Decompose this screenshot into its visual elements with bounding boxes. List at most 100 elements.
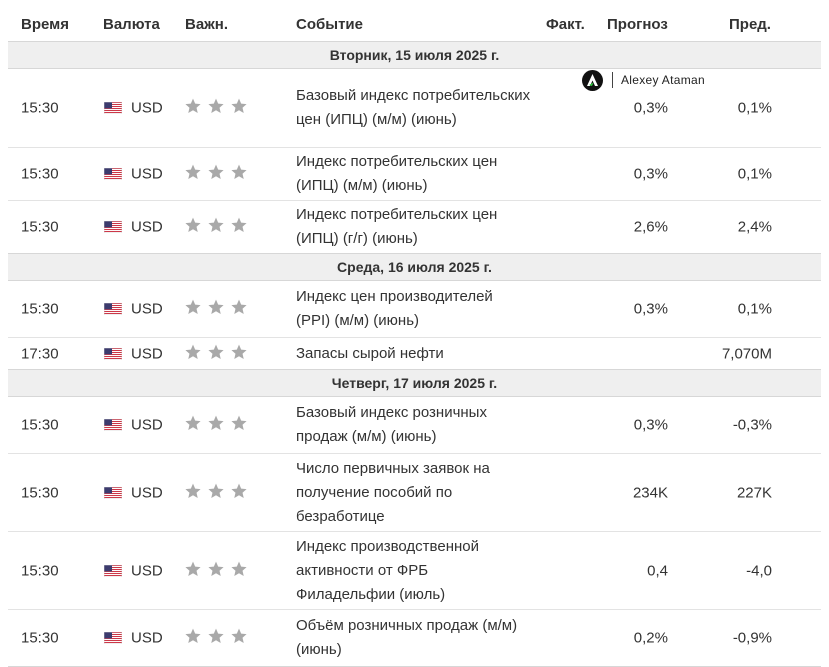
event-time: 15:30 <box>21 484 59 501</box>
us-flag-icon <box>103 167 123 181</box>
event-name-link[interactable]: Базовый индекс потребительских цен (ИПЦ)… <box>296 84 531 132</box>
header-previous[interactable]: Пред. <box>729 16 771 33</box>
logo-triangle-icon <box>582 69 603 91</box>
star-icon <box>207 482 225 504</box>
event-time: 15:30 <box>21 562 59 579</box>
currency-code: USD <box>131 629 163 647</box>
previous-value: 0,1% <box>737 165 772 183</box>
header-event[interactable]: Событие <box>296 16 363 33</box>
star-icon <box>230 298 248 320</box>
star-icon <box>207 97 225 119</box>
star-icon <box>207 298 225 320</box>
header-forecast[interactable]: Прогноз <box>607 16 668 33</box>
event-time: 15:30 <box>21 99 59 117</box>
importance-stars <box>184 298 248 320</box>
importance-stars <box>184 482 248 504</box>
us-flag-icon <box>103 564 123 577</box>
star-icon <box>184 414 202 436</box>
star-icon <box>184 482 202 504</box>
forecast-value: 0,3% <box>633 300 668 318</box>
star-icon <box>184 216 202 238</box>
importance-stars <box>184 414 248 436</box>
watermark-name: Alexey Ataman <box>621 73 705 87</box>
importance-stars <box>184 216 248 238</box>
currency-code: USD <box>131 99 163 117</box>
us-flag-icon <box>103 302 123 316</box>
event-time: 15:30 <box>21 416 59 434</box>
event-time: 17:30 <box>21 345 59 362</box>
star-icon <box>230 97 248 119</box>
forecast-value: 2,6% <box>633 218 668 236</box>
importance-stars <box>184 560 248 582</box>
event-name-link[interactable]: Индекс потребительских цен (ИПЦ) (г/г) (… <box>296 203 531 251</box>
table-row[interactable]: 17:30 USD Запасы сырой нефти 7,070M <box>8 337 821 369</box>
currency-code: USD <box>131 416 163 434</box>
event-name-link[interactable]: Запасы сырой нефти <box>296 342 531 366</box>
forecast-value: 0,4 <box>647 562 668 579</box>
star-icon <box>230 414 248 436</box>
star-icon <box>230 343 248 365</box>
star-icon <box>207 414 225 436</box>
event-time: 15:30 <box>21 218 59 236</box>
day-header: Среда, 16 июля 2025 г. <box>8 253 821 281</box>
day-header: Четверг, 17 июля 2025 г. <box>8 369 821 397</box>
day-header: Вторник, 15 июля 2025 г. <box>8 41 821 69</box>
forecast-value: 0,2% <box>633 629 668 647</box>
previous-value: 7,070M <box>721 345 772 362</box>
forecast-value: 0,3% <box>633 416 668 434</box>
forecast-value: 234K <box>632 484 668 501</box>
table-row[interactable]: 15:30 USD Число первичных заявок на получе… <box>8 453 821 531</box>
event-time: 15:30 <box>21 165 59 183</box>
us-flag-icon <box>103 347 123 360</box>
star-icon <box>184 298 202 320</box>
header-currency[interactable]: Валюта <box>103 16 160 33</box>
currency-code: USD <box>131 165 163 183</box>
watermark: Alexey Ataman <box>582 68 705 92</box>
table-row[interactable]: 15:30 USD Индекс цен производителей (PPI) … <box>8 281 821 337</box>
us-flag-icon <box>103 101 123 115</box>
event-time: 15:30 <box>21 629 59 647</box>
previous-value: -4,0 <box>746 562 772 579</box>
star-icon <box>184 627 202 649</box>
currency-code: USD <box>131 345 163 362</box>
event-name-link[interactable]: Индекс потребительских цен (ИПЦ) (м/м) (… <box>296 150 531 198</box>
header-actual[interactable]: Факт. <box>546 16 585 33</box>
header-importance[interactable]: Важн. <box>185 16 228 33</box>
currency-code: USD <box>131 218 163 236</box>
event-name-link[interactable]: Объём розничных продаж (м/м) (июнь) <box>296 614 531 662</box>
importance-stars <box>184 627 248 649</box>
us-flag-icon <box>103 418 123 432</box>
star-icon <box>207 343 225 365</box>
us-flag-icon <box>103 220 123 234</box>
star-icon <box>230 560 248 582</box>
star-icon <box>184 97 202 119</box>
table-row[interactable]: 15:30 USD Базовый индекс розничных продаж … <box>8 397 821 453</box>
previous-value: 0,1% <box>737 99 772 117</box>
calendar-body: Вторник, 15 июля 2025 г. 15:30 USD Базовый … <box>8 41 821 666</box>
table-row[interactable]: 15:30 USD Индекс потребительских цен (ИПЦ)… <box>8 147 821 200</box>
star-icon <box>230 216 248 238</box>
previous-value: 227K <box>736 484 772 501</box>
importance-stars <box>184 163 248 185</box>
star-icon <box>207 216 225 238</box>
star-icon <box>230 627 248 649</box>
event-name-link[interactable]: Индекс производственной активности от ФР… <box>296 535 531 607</box>
event-time: 15:30 <box>21 300 59 318</box>
table-row[interactable]: 15:30 USD Индекс потребительских цен (ИПЦ)… <box>8 200 821 253</box>
header-time[interactable]: Время <box>21 16 69 33</box>
previous-value: 2,4% <box>737 218 772 236</box>
previous-value: 0,1% <box>737 300 772 318</box>
table-row[interactable]: 15:30 USD Индекс производственной активнос… <box>8 531 821 609</box>
star-icon <box>230 482 248 504</box>
economic-calendar-table: Время Валюта Важн. Событие Факт. Прогноз… <box>8 0 821 667</box>
currency-code: USD <box>131 300 163 318</box>
currency-code: USD <box>131 562 163 579</box>
star-icon <box>184 343 202 365</box>
star-icon <box>184 560 202 582</box>
event-name-link[interactable]: Базовый индекс розничных продаж (м/м) (и… <box>296 401 531 449</box>
watermark-divider <box>612 72 613 88</box>
table-row[interactable]: 15:30 USD Объём розничных продаж (м/м) (ию… <box>8 609 821 666</box>
event-name-link[interactable]: Число первичных заявок на получение посо… <box>296 457 531 529</box>
event-name-link[interactable]: Индекс цен производителей (PPI) (м/м) (и… <box>296 285 531 333</box>
currency-code: USD <box>131 484 163 501</box>
